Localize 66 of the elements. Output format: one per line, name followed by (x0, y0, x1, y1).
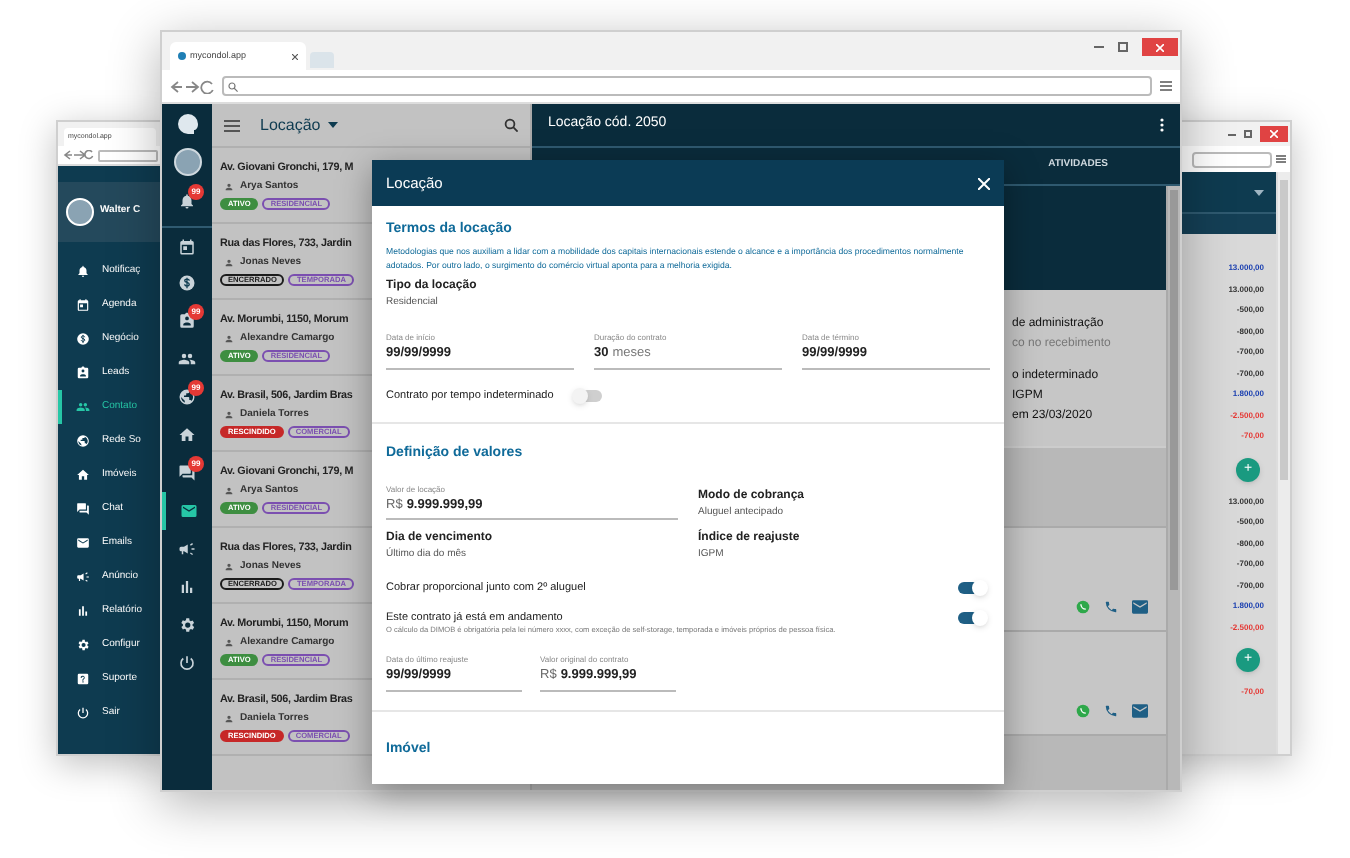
dollar-icon (76, 332, 90, 346)
bar-chart-icon (178, 578, 196, 596)
maximize-icon[interactable] (1244, 130, 1252, 138)
person-icon (224, 638, 234, 649)
menu-icon[interactable] (1276, 154, 1286, 164)
minimize-icon[interactable] (1228, 133, 1236, 135)
close-icon (1156, 43, 1164, 51)
close-button[interactable] (1142, 38, 1178, 56)
menu-icon[interactable] (1160, 80, 1172, 92)
phone-icon[interactable] (1104, 704, 1118, 718)
dollar-icon (178, 274, 196, 292)
people-icon (178, 350, 196, 368)
mail-icon (76, 536, 90, 550)
megaphone-icon (76, 570, 90, 584)
contact-card-icon (76, 366, 90, 380)
close-icon (1270, 130, 1278, 138)
menu-icon[interactable] (224, 119, 240, 131)
calendar-icon (178, 237, 196, 255)
person-icon (224, 562, 234, 573)
home-icon (178, 426, 196, 444)
bell-icon (76, 264, 90, 278)
nav-arrows-icon[interactable] (170, 79, 214, 93)
search-icon[interactable] (504, 118, 518, 132)
megaphone-icon (178, 540, 196, 558)
address-field[interactable] (222, 76, 1152, 96)
chat-icon (76, 502, 90, 516)
person-icon (224, 410, 234, 421)
bar-chart-icon (76, 604, 90, 618)
avatar (66, 198, 94, 226)
help-icon (76, 672, 90, 686)
mail-icon[interactable] (1132, 704, 1148, 718)
caret-icon[interactable] (1254, 189, 1264, 195)
caret-icon[interactable] (328, 122, 339, 128)
person-icon (224, 714, 234, 725)
avatar[interactable] (173, 148, 201, 176)
bell-icon (178, 192, 196, 210)
site-icon (178, 52, 186, 60)
toggle-switch[interactable] (958, 612, 986, 625)
address-field[interactable] (1192, 151, 1272, 167)
mail-icon[interactable] (1132, 600, 1148, 614)
person-icon (224, 334, 234, 345)
phone-icon[interactable] (1104, 600, 1118, 614)
mail-icon (180, 502, 198, 520)
person-icon (224, 182, 234, 193)
calendar-icon (76, 298, 90, 312)
person-icon (224, 258, 234, 269)
maximize-icon[interactable] (1118, 42, 1128, 52)
nav-arrows-icon[interactable] (62, 150, 94, 160)
logo-icon (175, 112, 199, 136)
list-title[interactable]: Locação (260, 113, 321, 137)
settings-icon (178, 616, 196, 634)
close-icon[interactable] (292, 53, 298, 59)
power-icon (76, 706, 90, 720)
chat-icon (178, 464, 196, 482)
person-icon (224, 486, 234, 497)
globe-icon (76, 434, 90, 448)
people-icon (76, 400, 90, 414)
power-icon (178, 654, 196, 672)
toggle-switch[interactable] (573, 389, 602, 402)
address-field[interactable] (98, 149, 158, 161)
close-button[interactable] (1260, 126, 1288, 142)
search-icon (228, 81, 238, 91)
home-icon (76, 468, 90, 482)
toggle-switch[interactable] (958, 581, 986, 594)
scrollbar[interactable] (1166, 186, 1180, 790)
settings-icon (76, 638, 90, 652)
